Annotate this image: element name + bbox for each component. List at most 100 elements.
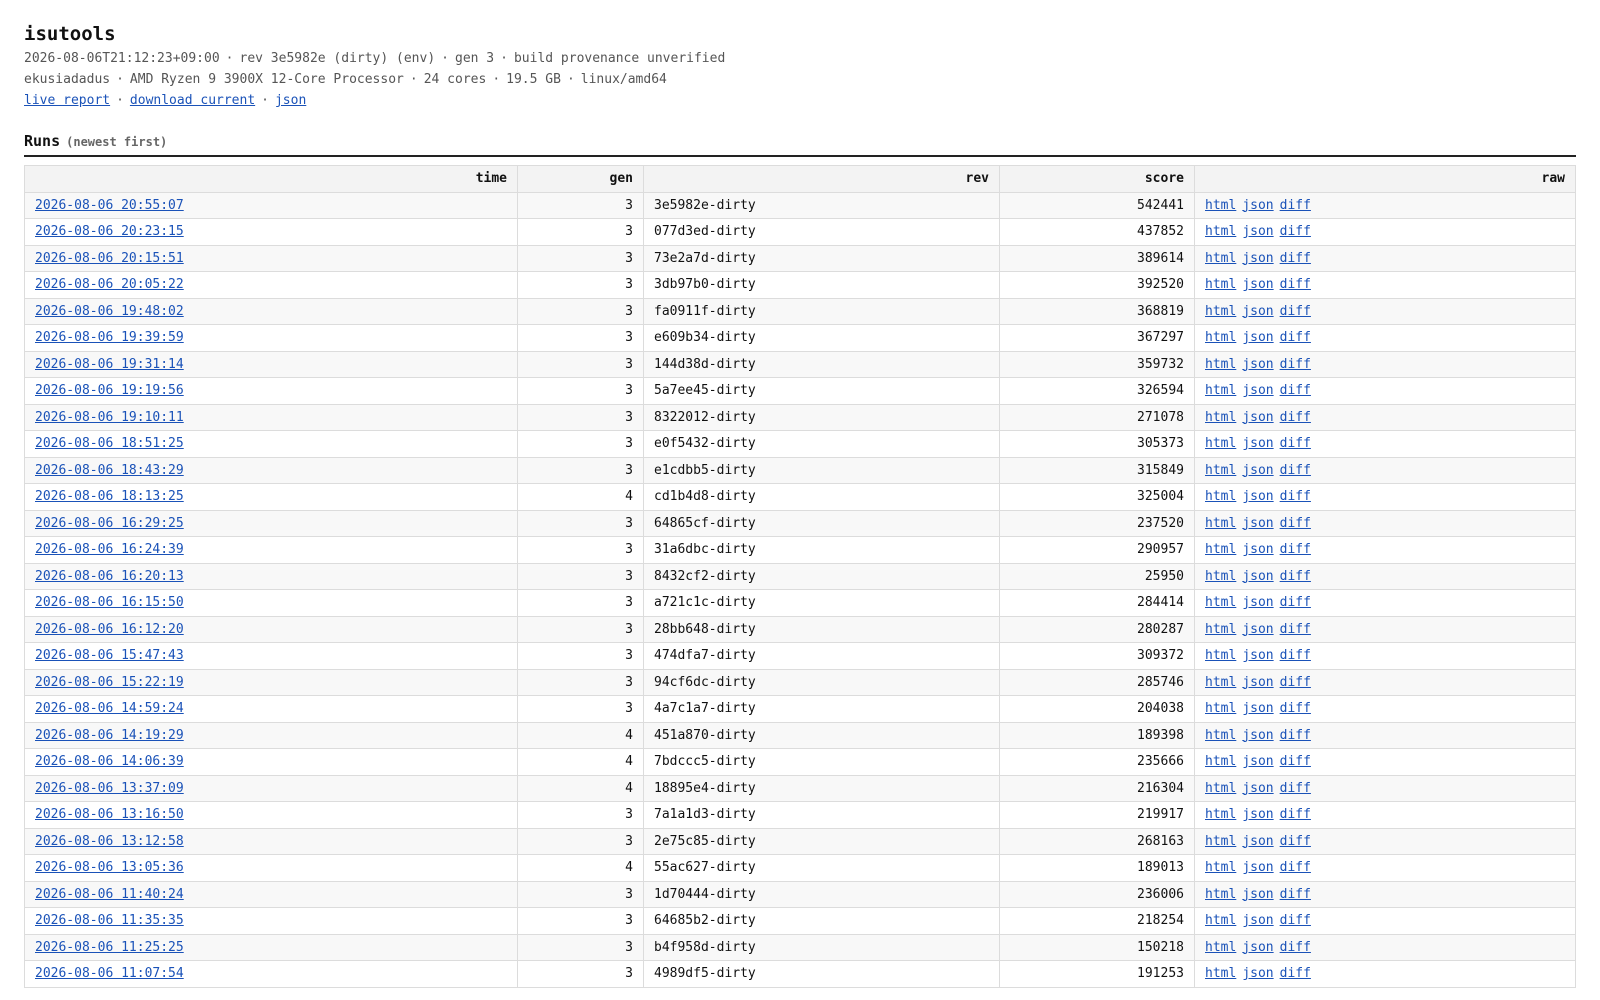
- run-time-link[interactable]: 2026-08-06 15:22:19: [35, 675, 184, 690]
- run-time-link[interactable]: 2026-08-06 15:47:43: [35, 648, 184, 663]
- raw-diff-link[interactable]: diff: [1280, 913, 1311, 928]
- raw-json-link[interactable]: json: [1242, 463, 1273, 478]
- raw-html-link[interactable]: html: [1205, 304, 1236, 319]
- raw-json-link[interactable]: json: [1242, 622, 1273, 637]
- raw-html-link[interactable]: html: [1205, 383, 1236, 398]
- run-time-link[interactable]: 2026-08-06 16:20:13: [35, 569, 184, 584]
- raw-diff-link[interactable]: diff: [1280, 728, 1311, 743]
- raw-html-link[interactable]: html: [1205, 860, 1236, 875]
- raw-html-link[interactable]: html: [1205, 966, 1236, 981]
- run-time-link[interactable]: 2026-08-06 19:48:02: [35, 304, 184, 319]
- raw-json-link[interactable]: json: [1242, 701, 1273, 716]
- raw-json-link[interactable]: json: [1242, 436, 1273, 451]
- raw-json-link[interactable]: json: [1242, 330, 1273, 345]
- raw-json-link[interactable]: json: [1242, 489, 1273, 504]
- run-time-link[interactable]: 2026-08-06 13:16:50: [35, 807, 184, 822]
- run-time-link[interactable]: 2026-08-06 13:37:09: [35, 781, 184, 796]
- run-time-link[interactable]: 2026-08-06 14:19:29: [35, 728, 184, 743]
- run-time-link[interactable]: 2026-08-06 16:29:25: [35, 516, 184, 531]
- json-link[interactable]: json: [275, 93, 306, 108]
- run-time-link[interactable]: 2026-08-06 13:05:36: [35, 860, 184, 875]
- raw-json-link[interactable]: json: [1242, 807, 1273, 822]
- raw-html-link[interactable]: html: [1205, 940, 1236, 955]
- raw-diff-link[interactable]: diff: [1280, 383, 1311, 398]
- raw-diff-link[interactable]: diff: [1280, 940, 1311, 955]
- raw-html-link[interactable]: html: [1205, 754, 1236, 769]
- raw-html-link[interactable]: html: [1205, 701, 1236, 716]
- run-time-link[interactable]: 2026-08-06 20:05:22: [35, 277, 184, 292]
- run-time-link[interactable]: 2026-08-06 20:15:51: [35, 251, 184, 266]
- run-time-link[interactable]: 2026-08-06 18:13:25: [35, 489, 184, 504]
- raw-diff-link[interactable]: diff: [1280, 436, 1311, 451]
- raw-json-link[interactable]: json: [1242, 224, 1273, 239]
- run-time-link[interactable]: 2026-08-06 11:40:24: [35, 887, 184, 902]
- raw-diff-link[interactable]: diff: [1280, 489, 1311, 504]
- raw-json-link[interactable]: json: [1242, 966, 1273, 981]
- raw-html-link[interactable]: html: [1205, 569, 1236, 584]
- raw-json-link[interactable]: json: [1242, 383, 1273, 398]
- raw-diff-link[interactable]: diff: [1280, 224, 1311, 239]
- live-report-link[interactable]: live report: [24, 93, 110, 108]
- raw-diff-link[interactable]: diff: [1280, 754, 1311, 769]
- raw-html-link[interactable]: html: [1205, 542, 1236, 557]
- run-time-link[interactable]: 2026-08-06 19:10:11: [35, 410, 184, 425]
- raw-json-link[interactable]: json: [1242, 542, 1273, 557]
- raw-json-link[interactable]: json: [1242, 251, 1273, 266]
- raw-html-link[interactable]: html: [1205, 330, 1236, 345]
- raw-diff-link[interactable]: diff: [1280, 595, 1311, 610]
- raw-diff-link[interactable]: diff: [1280, 542, 1311, 557]
- run-time-link[interactable]: 2026-08-06 20:23:15: [35, 224, 184, 239]
- run-time-link[interactable]: 2026-08-06 13:12:58: [35, 834, 184, 849]
- raw-html-link[interactable]: html: [1205, 516, 1236, 531]
- raw-json-link[interactable]: json: [1242, 913, 1273, 928]
- raw-json-link[interactable]: json: [1242, 675, 1273, 690]
- raw-html-link[interactable]: html: [1205, 277, 1236, 292]
- raw-diff-link[interactable]: diff: [1280, 357, 1311, 372]
- raw-html-link[interactable]: html: [1205, 198, 1236, 213]
- raw-json-link[interactable]: json: [1242, 410, 1273, 425]
- run-time-link[interactable]: 2026-08-06 11:25:25: [35, 940, 184, 955]
- raw-diff-link[interactable]: diff: [1280, 463, 1311, 478]
- raw-json-link[interactable]: json: [1242, 728, 1273, 743]
- raw-json-link[interactable]: json: [1242, 516, 1273, 531]
- raw-json-link[interactable]: json: [1242, 277, 1273, 292]
- raw-diff-link[interactable]: diff: [1280, 701, 1311, 716]
- run-time-link[interactable]: 2026-08-06 16:15:50: [35, 595, 184, 610]
- raw-diff-link[interactable]: diff: [1280, 622, 1311, 637]
- raw-html-link[interactable]: html: [1205, 913, 1236, 928]
- raw-html-link[interactable]: html: [1205, 251, 1236, 266]
- raw-json-link[interactable]: json: [1242, 834, 1273, 849]
- raw-html-link[interactable]: html: [1205, 675, 1236, 690]
- raw-json-link[interactable]: json: [1242, 887, 1273, 902]
- download-current-link[interactable]: download current: [130, 93, 255, 108]
- raw-html-link[interactable]: html: [1205, 807, 1236, 822]
- run-time-link[interactable]: 2026-08-06 11:35:35: [35, 913, 184, 928]
- raw-diff-link[interactable]: diff: [1280, 675, 1311, 690]
- raw-html-link[interactable]: html: [1205, 648, 1236, 663]
- raw-html-link[interactable]: html: [1205, 436, 1236, 451]
- raw-diff-link[interactable]: diff: [1280, 781, 1311, 796]
- raw-diff-link[interactable]: diff: [1280, 330, 1311, 345]
- run-time-link[interactable]: 2026-08-06 11:07:54: [35, 966, 184, 981]
- raw-diff-link[interactable]: diff: [1280, 887, 1311, 902]
- raw-html-link[interactable]: html: [1205, 489, 1236, 504]
- run-time-link[interactable]: 2026-08-06 18:43:29: [35, 463, 184, 478]
- raw-diff-link[interactable]: diff: [1280, 304, 1311, 319]
- raw-json-link[interactable]: json: [1242, 648, 1273, 663]
- raw-html-link[interactable]: html: [1205, 357, 1236, 372]
- raw-json-link[interactable]: json: [1242, 754, 1273, 769]
- raw-html-link[interactable]: html: [1205, 728, 1236, 743]
- run-time-link[interactable]: 2026-08-06 16:12:20: [35, 622, 184, 637]
- raw-diff-link[interactable]: diff: [1280, 410, 1311, 425]
- raw-diff-link[interactable]: diff: [1280, 807, 1311, 822]
- run-time-link[interactable]: 2026-08-06 19:31:14: [35, 357, 184, 372]
- raw-diff-link[interactable]: diff: [1280, 251, 1311, 266]
- raw-html-link[interactable]: html: [1205, 463, 1236, 478]
- raw-diff-link[interactable]: diff: [1280, 277, 1311, 292]
- raw-html-link[interactable]: html: [1205, 781, 1236, 796]
- raw-html-link[interactable]: html: [1205, 224, 1236, 239]
- run-time-link[interactable]: 2026-08-06 19:39:59: [35, 330, 184, 345]
- raw-html-link[interactable]: html: [1205, 834, 1236, 849]
- raw-json-link[interactable]: json: [1242, 860, 1273, 875]
- raw-diff-link[interactable]: diff: [1280, 569, 1311, 584]
